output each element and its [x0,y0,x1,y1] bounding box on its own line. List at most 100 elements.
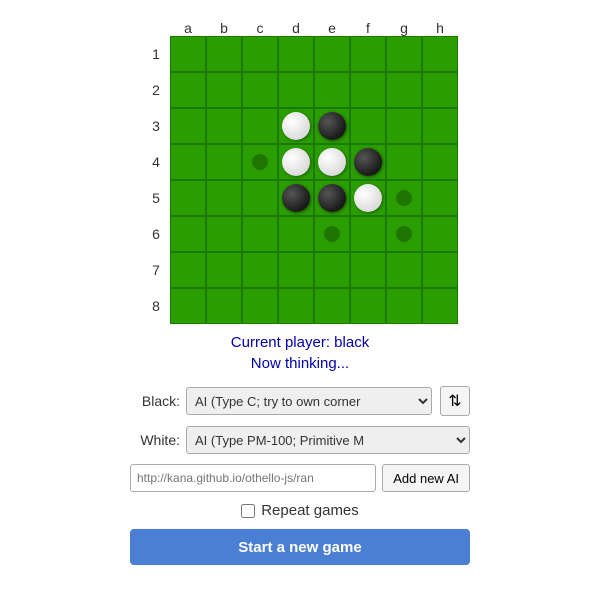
cell-a8[interactable] [170,288,206,324]
cell-a3[interactable] [170,108,206,144]
cell-g1[interactable] [386,36,422,72]
board-rows: 12345678 [142,36,458,324]
cell-c6[interactable] [242,216,278,252]
row-cells-1 [170,36,458,72]
row-cells-4 [170,144,458,180]
cell-g6[interactable] [386,216,422,252]
cell-b6[interactable] [206,216,242,252]
start-game-button[interactable]: Start a new game [130,529,470,565]
row-label-8: 8 [142,298,170,314]
cell-h5[interactable] [422,180,458,216]
cell-e1[interactable] [314,36,350,72]
cell-f3[interactable] [350,108,386,144]
cell-c5[interactable] [242,180,278,216]
black-piece [282,184,310,212]
url-row: Add new AI [130,464,470,492]
cell-g3[interactable] [386,108,422,144]
cell-d2[interactable] [278,72,314,108]
cell-c2[interactable] [242,72,278,108]
repeat-games-label: Repeat games [261,502,359,519]
cell-c7[interactable] [242,252,278,288]
cell-h6[interactable] [422,216,458,252]
cell-d1[interactable] [278,36,314,72]
current-player-value: black [334,334,369,351]
cell-b5[interactable] [206,180,242,216]
hint-indicator [396,190,412,206]
cell-e4[interactable] [314,144,350,180]
cell-b1[interactable] [206,36,242,72]
swap-icon: ⇅ [448,391,461,411]
row-label-5: 5 [142,190,170,206]
repeat-games-checkbox[interactable] [241,504,255,518]
cell-a2[interactable] [170,72,206,108]
col-label-f: f [350,20,386,36]
row-cells-3 [170,108,458,144]
white-player-select[interactable]: AI (Type PM-100; Primitive M [186,426,470,454]
current-player-label: Current player: [231,334,330,351]
swap-players-button[interactable]: ⇅ [440,386,470,416]
cell-g4[interactable] [386,144,422,180]
cell-d5[interactable] [278,180,314,216]
row-cells-5 [170,180,458,216]
cell-h8[interactable] [422,288,458,324]
ai-url-input[interactable] [130,464,376,492]
cell-a7[interactable] [170,252,206,288]
cell-c8[interactable] [242,288,278,324]
cell-g8[interactable] [386,288,422,324]
board-row-6: 6 [142,216,458,252]
cell-g7[interactable] [386,252,422,288]
cell-b3[interactable] [206,108,242,144]
cell-a6[interactable] [170,216,206,252]
cell-e8[interactable] [314,288,350,324]
cell-c1[interactable] [242,36,278,72]
cell-e3[interactable] [314,108,350,144]
cell-h4[interactable] [422,144,458,180]
col-label-a: a [170,20,206,36]
cell-c3[interactable] [242,108,278,144]
cell-b4[interactable] [206,144,242,180]
cell-b7[interactable] [206,252,242,288]
board-row-7: 7 [142,252,458,288]
cell-b8[interactable] [206,288,242,324]
cell-a1[interactable] [170,36,206,72]
cell-f5[interactable] [350,180,386,216]
cell-f4[interactable] [350,144,386,180]
row-label-7: 7 [142,262,170,278]
cell-h2[interactable] [422,72,458,108]
cell-g5[interactable] [386,180,422,216]
cell-d4[interactable] [278,144,314,180]
current-player-text: Current player: black [231,334,369,351]
cell-a4[interactable] [170,144,206,180]
cell-f2[interactable] [350,72,386,108]
add-ai-button[interactable]: Add new AI [382,464,470,492]
white-piece [318,148,346,176]
board-row-8: 8 [142,288,458,324]
cell-a5[interactable] [170,180,206,216]
cell-d6[interactable] [278,216,314,252]
cell-e5[interactable] [314,180,350,216]
col-label-g: g [386,20,422,36]
cell-g2[interactable] [386,72,422,108]
repeat-row: Repeat games [130,502,470,519]
board-row-4: 4 [142,144,458,180]
cell-d8[interactable] [278,288,314,324]
cell-d7[interactable] [278,252,314,288]
thinking-text: Now thinking... [231,355,369,372]
col-label-c: c [242,20,278,36]
cell-d3[interactable] [278,108,314,144]
black-player-select[interactable]: AI (Type C; try to own corner [186,387,432,415]
cell-f6[interactable] [350,216,386,252]
cell-c4[interactable] [242,144,278,180]
cell-h3[interactable] [422,108,458,144]
cell-e2[interactable] [314,72,350,108]
cell-e6[interactable] [314,216,350,252]
row-label-1: 1 [142,46,170,62]
cell-b2[interactable] [206,72,242,108]
cell-f8[interactable] [350,288,386,324]
cell-f7[interactable] [350,252,386,288]
cell-e7[interactable] [314,252,350,288]
cell-f1[interactable] [350,36,386,72]
cell-h7[interactable] [422,252,458,288]
cell-h1[interactable] [422,36,458,72]
start-game-label: Start a new game [238,539,361,556]
